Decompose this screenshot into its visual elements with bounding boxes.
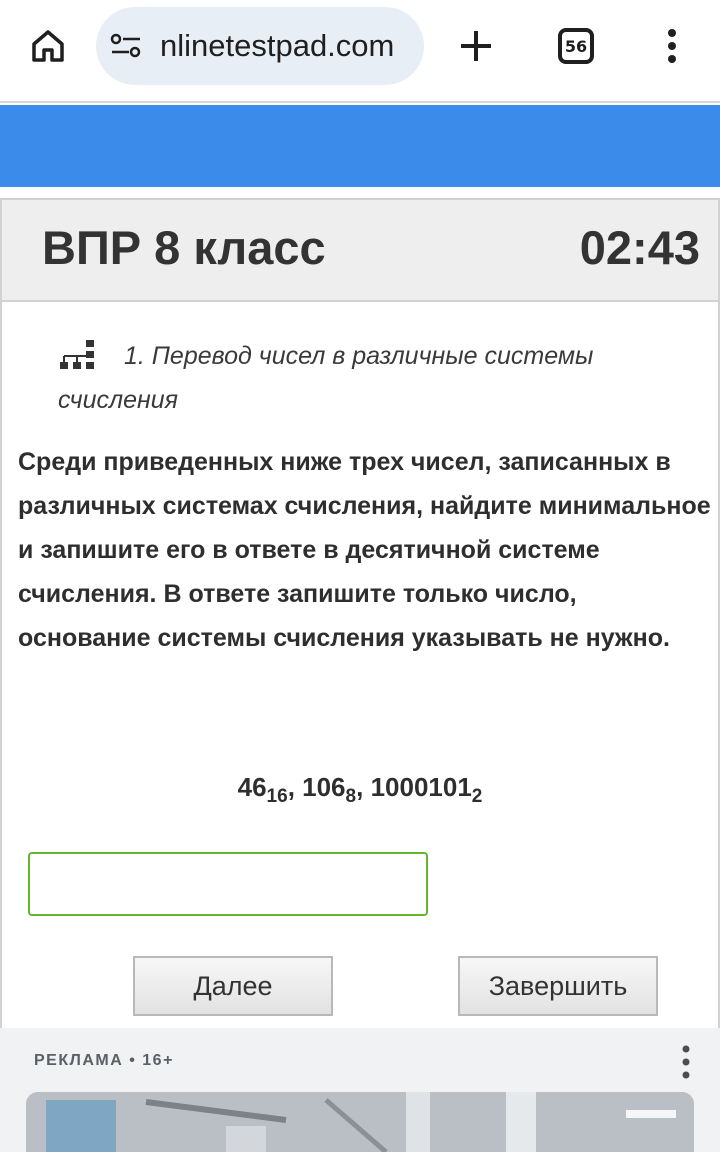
url-text[interactable]: nlinetestpad.com xyxy=(160,28,394,64)
test-title: ВПР 8 класс xyxy=(42,221,326,274)
ad-menu-icon[interactable] xyxy=(668,1042,704,1082)
home-icon[interactable] xyxy=(20,18,76,74)
site-settings-icon[interactable] xyxy=(106,26,146,66)
address-bar[interactable]: nlinetestpad.com xyxy=(96,7,424,85)
tab-switcher-button[interactable]: 56 xyxy=(548,18,604,74)
ad-image[interactable] xyxy=(26,1092,694,1152)
next-button[interactable]: Далее xyxy=(133,956,333,1016)
ad-block: РЕКЛАМА • 16+ xyxy=(0,1028,720,1152)
hierarchy-icon xyxy=(58,338,98,372)
tab-count: 56 xyxy=(558,28,594,64)
number-item: 4616, xyxy=(237,772,303,807)
site-header-banner xyxy=(0,105,720,187)
number-item: 10001012 xyxy=(370,772,483,807)
new-tab-icon[interactable] xyxy=(448,18,504,74)
answer-input[interactable] xyxy=(28,852,428,916)
test-panel: ВПР 8 класс 02:43 1. Перевод чисел в раз… xyxy=(0,198,720,1028)
question-numbers: 4616, 1068, 10001012 xyxy=(2,772,718,808)
more-menu-icon[interactable] xyxy=(644,18,700,74)
ad-label: РЕКЛАМА • 16+ xyxy=(34,1052,174,1069)
finish-button[interactable]: Завершить xyxy=(458,956,658,1016)
question-text: Среди приведенных ниже трех чисел, запис… xyxy=(18,448,711,652)
number-item: 1068, xyxy=(302,772,371,807)
question-topic: 1. Перевод чисел в различные системы счи… xyxy=(58,342,594,414)
timer: 02:43 xyxy=(579,221,700,274)
test-header: ВПР 8 класс 02:43 xyxy=(2,200,718,302)
browser-toolbar: nlinetestpad.com 56 xyxy=(0,0,720,103)
